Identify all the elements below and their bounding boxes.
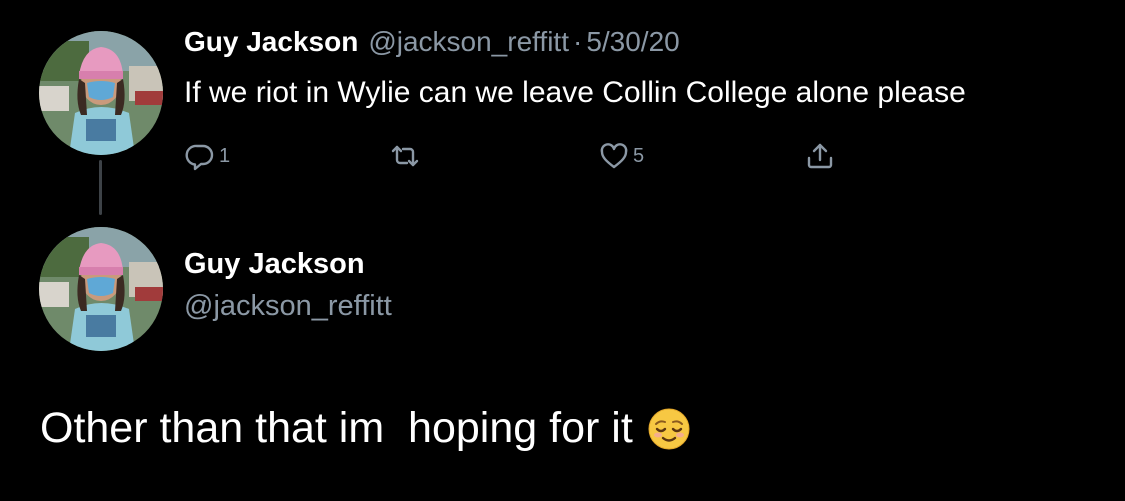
avatar-photo [39, 31, 163, 155]
user-handle[interactable]: @jackson_reffitt [368, 26, 569, 58]
tweet-thread-page: Guy Jackson @jackson_reffitt · 5/30/20 I… [0, 0, 1125, 501]
reply-icon [185, 144, 214, 171]
main-tweet-text: Other than that im hoping for it [40, 404, 1100, 453]
reply-count: 1 [219, 144, 231, 167]
reply-button[interactable]: 1 [185, 140, 230, 172]
avatar[interactable] [39, 227, 163, 351]
retweet-button[interactable] [390, 140, 424, 172]
display-name[interactable]: Guy Jackson [184, 26, 358, 58]
display-name[interactable]: Guy Jackson [184, 248, 365, 281]
like-button[interactable]: 5 [599, 140, 644, 172]
share-button[interactable] [805, 140, 835, 172]
avatar[interactable] [39, 31, 163, 155]
main-tweet-text-content: Other than that im hoping for it [40, 404, 633, 452]
thread-connector-line [99, 160, 102, 215]
share-icon [807, 143, 833, 169]
like-count: 5 [633, 144, 645, 167]
avatar-photo [39, 227, 163, 351]
tweet-timestamp[interactable]: 5/30/20 [586, 26, 679, 58]
relieved-face-emoji-icon [647, 407, 691, 451]
heart-icon [600, 143, 628, 169]
separator-dot: · [572, 26, 583, 57]
user-handle[interactable]: @jackson_reffitt [184, 290, 392, 323]
parent-tweet-header: Guy Jackson @jackson_reffitt · 5/30/20 [184, 26, 680, 66]
retweet-icon [391, 145, 419, 167]
parent-tweet-text: If we riot in Wylie can we leave Collin … [184, 76, 966, 109]
